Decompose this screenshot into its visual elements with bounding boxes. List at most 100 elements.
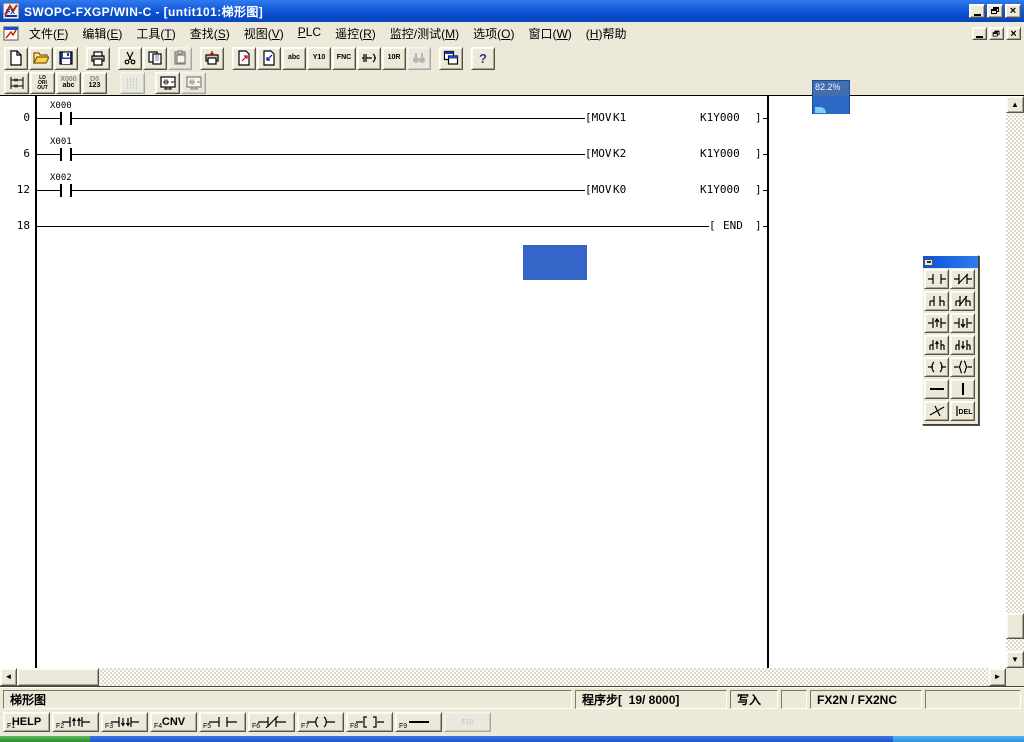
del-icon: DEL	[953, 403, 973, 419]
fkey-f5-button[interactable]: F5	[199, 712, 246, 732]
convert-start-button[interactable]	[232, 47, 256, 70]
palette-system-menu-button[interactable]	[924, 259, 933, 266]
function-list-button[interactable]: FNC	[332, 47, 356, 70]
palette-vline-button[interactable]	[950, 379, 975, 399]
new-file-button[interactable]	[4, 47, 28, 70]
copy-button[interactable]	[143, 47, 167, 70]
register-display-icon: D0123	[89, 77, 101, 89]
mdi-minimize-button[interactable]	[972, 27, 987, 40]
palette-slash-button[interactable]	[924, 401, 949, 421]
scroll-left-button[interactable]: ◄	[0, 668, 17, 686]
start-button-sliver[interactable]	[0, 736, 90, 742]
vertical-scroll-thumb[interactable]	[1006, 613, 1024, 639]
open-folder-icon	[33, 50, 49, 66]
find-button	[407, 47, 431, 70]
taskbar-button-sliver[interactable]	[893, 736, 1024, 742]
palette-c-pulse-down-or-button[interactable]	[950, 335, 975, 355]
monitor-stop-icon	[186, 75, 202, 91]
ladder-cursor[interactable]	[523, 245, 587, 280]
register-display-button[interactable]: D0123	[82, 72, 107, 94]
menu-monitor[interactable]: 监控/测试(M)	[383, 23, 466, 44]
palette-c-open-button[interactable]	[924, 269, 949, 289]
palette-hline-button[interactable]	[924, 379, 949, 399]
palette-coil-button[interactable]	[924, 357, 949, 377]
menu-edit[interactable]: 编辑(E)	[75, 23, 129, 44]
menu-help[interactable]: (H)帮助	[579, 23, 634, 44]
palette-c-closed-button[interactable]	[950, 269, 975, 289]
menu-tools[interactable]: 工具(T)	[129, 23, 182, 44]
palette-c-pulse-up-button[interactable]	[924, 313, 949, 333]
palette-del-button[interactable]: DEL	[950, 401, 975, 421]
convert-end-button[interactable]	[257, 47, 281, 70]
comment-display-button[interactable]: X000abc	[56, 72, 81, 94]
fkey-f6-button[interactable]: F6	[248, 712, 295, 732]
menu-file[interactable]: 文件(F)	[22, 23, 75, 44]
menu-plc[interactable]: PLC	[291, 23, 328, 44]
palette-c-open-or-button[interactable]	[924, 291, 949, 311]
palette-brace-button[interactable]	[950, 357, 975, 377]
fkey-f8-button[interactable]: F8	[346, 712, 393, 732]
scroll-down-button[interactable]: ▼	[1006, 651, 1024, 668]
horizontal-scrollbar[interactable]: ◄ ►	[0, 668, 1006, 686]
palette-c-pulse-up-or-button[interactable]	[924, 335, 949, 355]
palette-c-pulse-down-button[interactable]	[950, 313, 975, 333]
restore-button[interactable]	[987, 4, 1003, 18]
menu-search[interactable]: 查找(S)	[183, 23, 237, 44]
scroll-up-button[interactable]: ▲	[1006, 96, 1024, 113]
c-open-icon	[927, 271, 947, 287]
copy-icon	[147, 50, 163, 66]
monitor-start-icon	[160, 75, 176, 91]
horizontal-scroll-thumb[interactable]	[17, 668, 99, 686]
palette-c-closed-or-button[interactable]	[950, 291, 975, 311]
instruction-close-bracket: ]	[755, 219, 762, 232]
open-file-button[interactable]	[29, 47, 53, 70]
close-button[interactable]: ×	[1005, 4, 1021, 18]
menu-remote[interactable]: 遥控(R)	[328, 23, 383, 44]
contact-label: X001	[50, 137, 72, 147]
palette-title-bar[interactable]	[923, 256, 978, 268]
paste-button	[168, 47, 192, 70]
scroll-right-button[interactable]: ►	[989, 668, 1006, 686]
fkey-label: HELP	[12, 716, 41, 728]
menu-view[interactable]: 视图(V)	[237, 23, 291, 44]
fkey-f9-button[interactable]: F9	[395, 712, 442, 732]
decimal-display-button[interactable]: 10R	[382, 47, 406, 70]
contact-coil-list-button[interactable]	[357, 47, 381, 70]
mdi-restore-button[interactable]	[989, 27, 1004, 40]
fkey-f2-button[interactable]: F2	[52, 712, 99, 732]
fkey-f1-button[interactable]: HELPF1	[3, 712, 50, 732]
fkey-f4-button[interactable]: CNVF4	[150, 712, 197, 732]
print-button[interactable]	[86, 47, 110, 70]
ladder-editor[interactable]: 0X000[MOVK1K1Y000]6X001[MOVK2K1Y000]12X0…	[0, 96, 1006, 668]
help-button[interactable]: ?	[471, 47, 495, 70]
instruction-close-bracket: ]	[755, 147, 762, 160]
contact-label: X002	[50, 173, 72, 183]
minimize-button[interactable]	[969, 4, 985, 18]
ladder-view-icon	[9, 75, 25, 91]
monitor-start-button[interactable]	[155, 72, 180, 94]
grid-button	[120, 72, 145, 94]
cut-button[interactable]	[118, 47, 142, 70]
ladder-view-button[interactable]	[4, 72, 29, 94]
fkey-f7-button[interactable]: F7	[297, 712, 344, 732]
save-button[interactable]	[54, 47, 78, 70]
floppy-disk-icon	[58, 50, 74, 66]
app-icon[interactable]: FX	[3, 3, 19, 19]
zoom-indicator: 82.2%	[812, 80, 850, 114]
rung-line	[72, 118, 585, 119]
rung-line	[37, 154, 60, 155]
child-window-icon[interactable]	[3, 26, 19, 41]
cascade-windows-button[interactable]	[439, 47, 463, 70]
fkey-number: F10	[461, 719, 473, 726]
instruction-list-button[interactable]: LDORIOUT	[30, 72, 55, 94]
fkey-f3-button[interactable]: F3	[101, 712, 148, 732]
transfer-button[interactable]	[200, 47, 224, 70]
menu-window[interactable]: 窗口(W)	[521, 23, 578, 44]
mdi-close-button[interactable]: ×	[1006, 27, 1021, 40]
vertical-scrollbar[interactable]: ▲ ▼	[1006, 96, 1024, 668]
f-contact-open-icon	[208, 714, 238, 730]
device-name-button[interactable]: Y10	[307, 47, 331, 70]
zoom-preview-mark	[815, 107, 826, 113]
device-comment-button[interactable]: abc	[282, 47, 306, 70]
menu-options[interactable]: 选项(O)	[466, 23, 521, 44]
